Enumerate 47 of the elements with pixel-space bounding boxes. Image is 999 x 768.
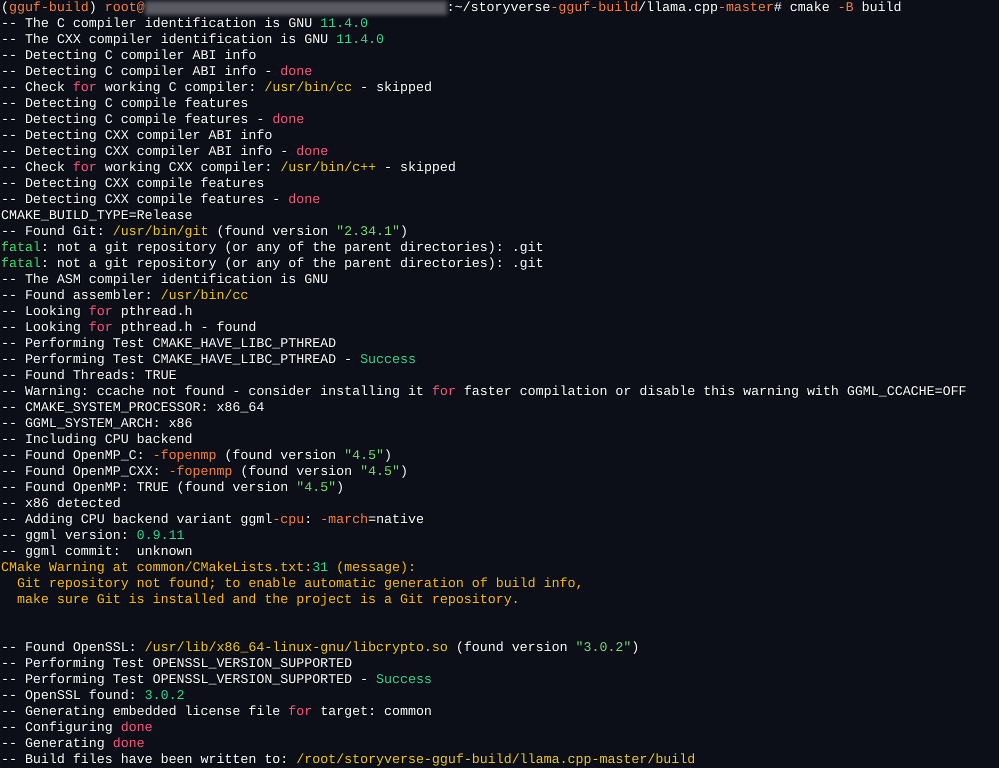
terminal-line: -- Including CPU backend — [1, 432, 193, 448]
terminal-line: -- Found assembler: /usr/bin/cc — [1, 288, 248, 304]
terminal-line: -- Detecting CXX compile features - done — [1, 192, 320, 208]
terminal-line: -- Found OpenMP_C: -fopenmp (found version "4.5") — [1, 448, 392, 464]
terminal-line: -- The ASM compiler identification is GNU — [1, 272, 328, 288]
terminal-line: -- Check for working CXX compiler: /usr/bin/c++ - skipped — [1, 160, 456, 176]
terminal-line: -- Detecting C compile features — [1, 96, 248, 112]
terminal-line: -- Found Git: /usr/bin/git (found version "2.34.1") — [1, 224, 408, 240]
terminal-line: -- ggml version: 0.9.11 — [1, 528, 185, 544]
terminal-line: -- CMAKE_SYSTEM_PROCESSOR: x86_64 — [1, 400, 264, 416]
terminal-line: -- Adding CPU backend variant ggml-cpu: -march=native — [1, 512, 424, 528]
terminal-line: -- Performing Test CMAKE_HAVE_LIBC_PTHREAD — [1, 336, 336, 352]
terminal-line: Git repository not found; to enable automatic generation of build info, — [16, 576, 584, 592]
terminal-line: make sure Git is installed and the project is a Git repository. — [16, 592, 520, 608]
terminal-line: -- Performing Test OPENSSL_VERSION_SUPPORTED - Success — [1, 672, 432, 688]
terminal-line: -- Detecting CXX compiler ABI info - done — [1, 144, 328, 160]
terminal-line: -- Build files have been written to: /root/storyverse-gguf-build/llama.cpp-master/build — [1, 752, 696, 768]
terminal-line: -- Detecting CXX compile features — [1, 176, 264, 192]
prompt-text: :~/storyverse-gguf-build/llama.cpp-master# cmake -B build — [446, 0, 902, 16]
terminal-line: -- Check for working C compiler: /usr/bin/cc - skipped — [1, 80, 432, 96]
terminal-line: -- Found OpenMP_CXX: -fopenmp (found version "4.5") — [1, 464, 408, 480]
terminal-line: -- x86 detected — [1, 496, 121, 512]
terminal-line: -- Generating embedded license file for target: common — [1, 704, 432, 720]
terminal-line: fatal: not a git repository (or any of the parent directories): .git — [1, 256, 544, 272]
terminal-line: CMAKE_BUILD_TYPE=Release — [1, 208, 193, 224]
terminal-line: -- Performing Test OPENSSL_VERSION_SUPPORTED — [1, 656, 352, 672]
terminal-line: -- Warning: ccache not found - consider installing it for faster compilation or disable this warning with GGML_CCACHE=OFF — [1, 384, 967, 400]
terminal-line: -- Detecting CXX compiler ABI info — [1, 128, 272, 144]
terminal-line: -- Found OpenSSL: /usr/lib/x86_64-linux-gnu/libcrypto.so (found version "3.0.2") — [1, 640, 640, 656]
terminal-line: -- ggml commit: unknown — [1, 544, 193, 560]
terminal-line: -- Detecting C compiler ABI info — [1, 48, 256, 64]
terminal-line: -- The CXX compiler identification is GNU 11.4.0 — [1, 32, 384, 48]
terminal-line: -- Found OpenMP: TRUE (found version "4.5") — [1, 480, 344, 496]
terminal-line: -- Generating done — [1, 736, 145, 752]
terminal-line: -- Detecting C compile features - done — [1, 112, 304, 128]
terminal-line: -- Configuring done — [1, 720, 153, 736]
terminal-line: -- Detecting C compiler ABI info - done — [1, 64, 312, 80]
terminal-line: -- Performing Test CMAKE_HAVE_LIBC_PTHREAD - Success — [1, 352, 416, 368]
prompt-text: (gguf-build) root@ — [1, 0, 145, 16]
terminal-line: -- Looking for pthread.h — [1, 304, 193, 320]
terminal-line: -- Found Threads: TRUE — [1, 368, 177, 384]
terminal-line: -- The C compiler identification is GNU 11.4.0 — [1, 16, 368, 32]
terminal-line: -- OpenSSL found: 3.0.2 — [1, 688, 185, 704]
terminal-line: -- GGML_SYSTEM_ARCH: x86 — [1, 416, 193, 432]
terminal-line: -- Looking for pthread.h - found — [1, 320, 256, 336]
terminal-line: fatal: not a git repository (or any of the parent directories): .git — [1, 240, 544, 256]
terminal-line: CMake Warning at common/CMakeLists.txt:31 (message): — [1, 560, 416, 576]
